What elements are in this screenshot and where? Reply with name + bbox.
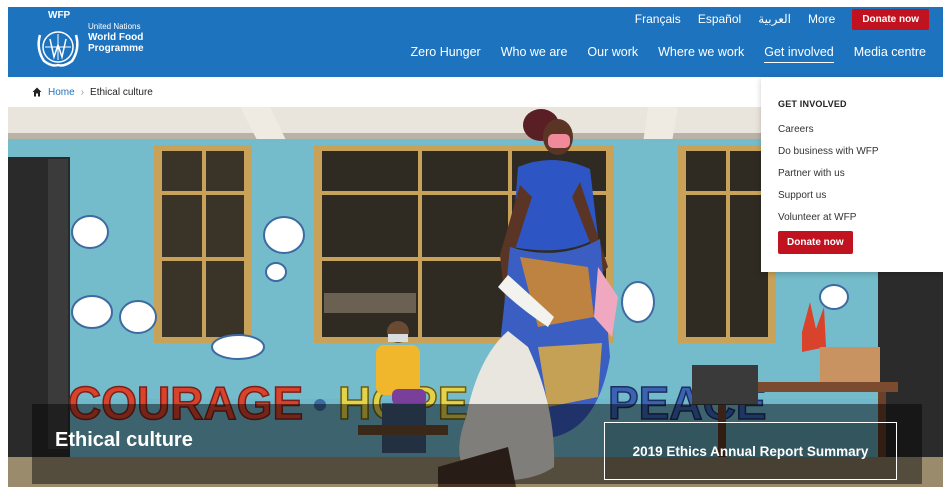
nav-where-we-work[interactable]: Where we work — [658, 45, 744, 63]
site-header: WFP United Nations World Food Programme … — [8, 7, 943, 77]
logo-line-un: United Nations — [88, 22, 141, 31]
more-link[interactable]: More — [808, 12, 835, 26]
donate-button-header[interactable]: Donate now — [852, 8, 929, 30]
dropdown-item-support[interactable]: Support us — [778, 185, 943, 207]
home-icon — [32, 87, 42, 97]
dropdown-heading: GET INVOLVED — [778, 99, 847, 109]
lang-arabic-link[interactable]: العربية — [758, 12, 791, 26]
nav-who-we-are[interactable]: Who we are — [501, 45, 568, 63]
page-frame: WFP United Nations World Food Programme … — [8, 7, 943, 487]
annual-report-button[interactable]: 2019 Ethics Annual Report Summary — [604, 422, 897, 480]
hero-title: Ethical culture — [55, 429, 193, 451]
get-involved-dropdown: GET INVOLVED Careers Do business with WF… — [761, 77, 943, 272]
nav-zero-hunger[interactable]: Zero Hunger — [411, 45, 481, 63]
nav-media-centre[interactable]: Media centre — [854, 45, 926, 63]
logo-line-programme: Programme — [88, 43, 144, 54]
donate-button-dropdown[interactable]: Donate now — [778, 231, 853, 254]
breadcrumb-separator: › — [80, 86, 85, 98]
dropdown-item-do-business[interactable]: Do business with WFP — [778, 141, 943, 163]
logo-line-world-food: World Food — [88, 32, 144, 43]
un-emblem-icon — [37, 31, 79, 67]
nav-our-work[interactable]: Our work — [587, 45, 638, 63]
nav-get-involved[interactable]: Get involved — [764, 45, 834, 63]
main-nav: Zero Hunger Who we are Our work Where we… — [411, 45, 926, 63]
breadcrumb-home-link[interactable]: Home — [48, 87, 75, 98]
utility-nav: Français Español العربية More Donate now — [635, 8, 929, 30]
dropdown-item-volunteer[interactable]: Volunteer at WFP — [778, 207, 943, 229]
dropdown-item-partner[interactable]: Partner with us — [778, 163, 943, 185]
lang-spanish-link[interactable]: Español — [698, 12, 741, 26]
logo-text: United Nations World Food Programme — [88, 21, 144, 54]
lang-french-link[interactable]: Français — [635, 12, 681, 26]
breadcrumb-current: Ethical culture — [90, 86, 153, 98]
dropdown-item-careers[interactable]: Careers — [778, 119, 943, 141]
wfp-logo[interactable]: WFP United Nations World Food Programme — [28, 10, 158, 71]
